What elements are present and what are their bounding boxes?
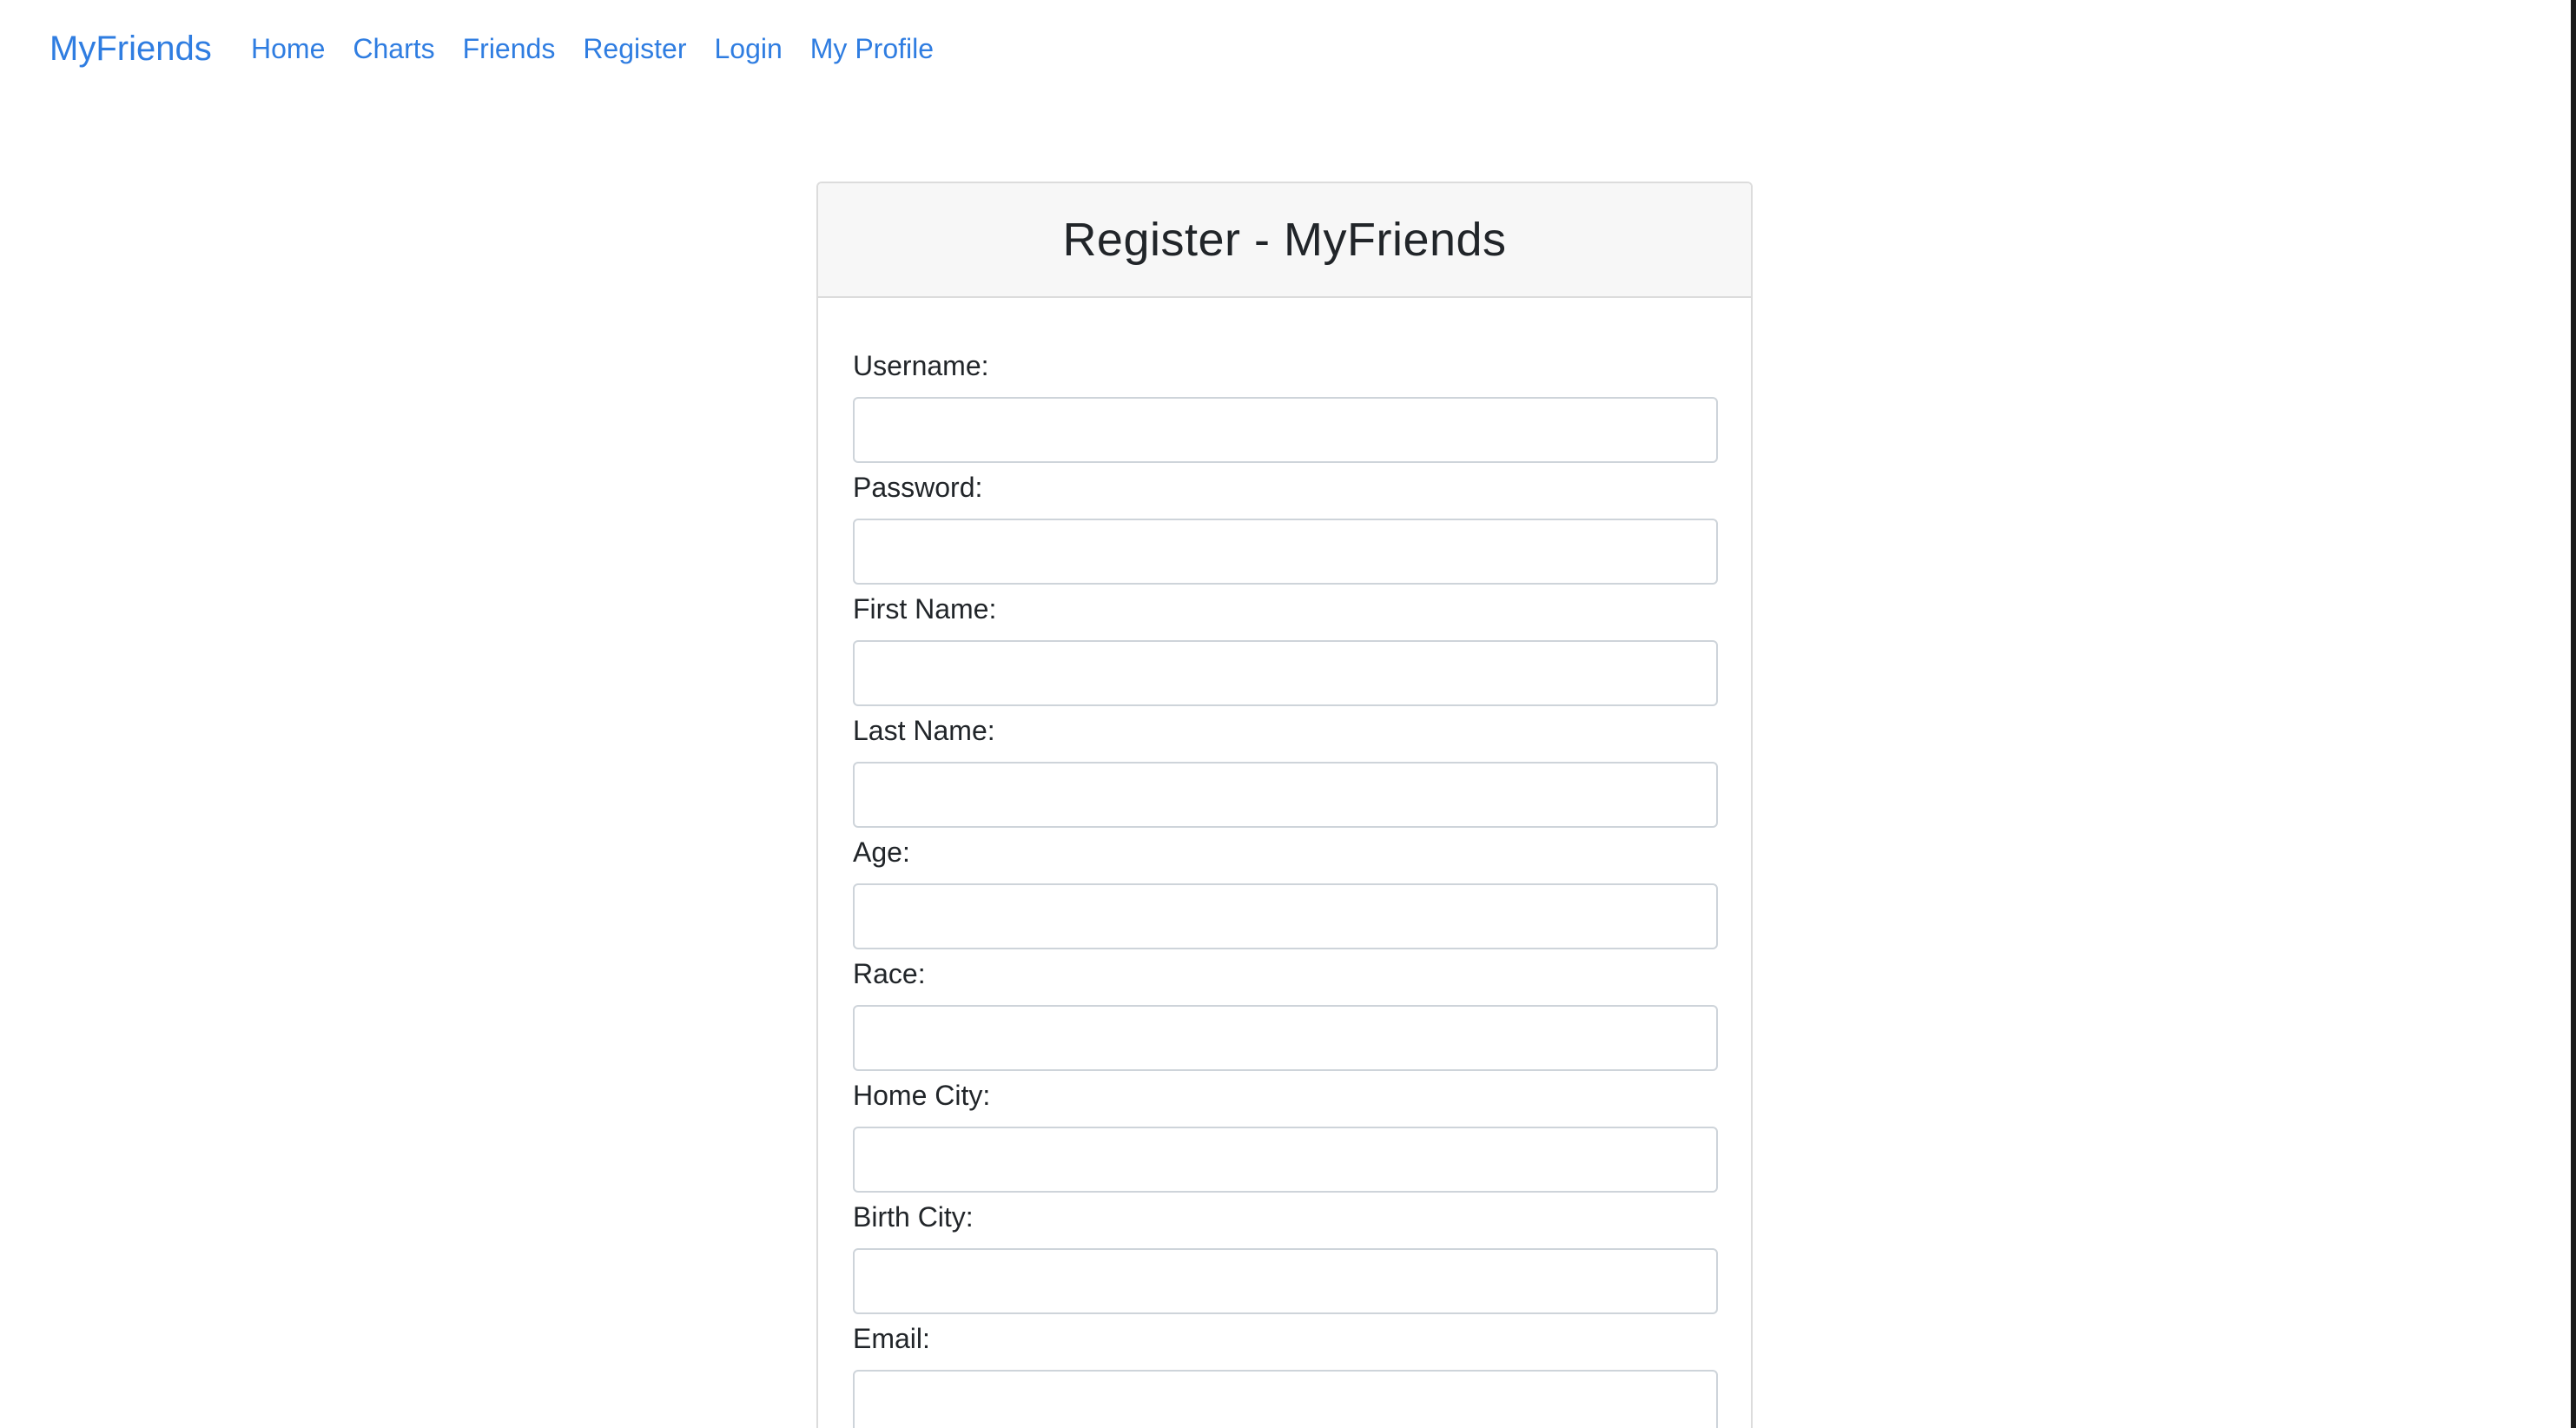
username-group: Username:: [853, 348, 1718, 463]
last-name-label: Last Name:: [853, 715, 995, 746]
password-label: Password:: [853, 472, 983, 503]
password-group: Password:: [853, 470, 1718, 585]
nav-link-login[interactable]: Login: [714, 30, 782, 68]
birth-city-group: Birth City:: [853, 1200, 1718, 1314]
username-input[interactable]: [853, 397, 1718, 463]
nav-link-friends[interactable]: Friends: [463, 30, 556, 68]
age-label: Age:: [853, 836, 910, 868]
nav-link-home[interactable]: Home: [251, 30, 325, 68]
home-city-group: Home City:: [853, 1078, 1718, 1193]
birth-city-label: Birth City:: [853, 1201, 974, 1233]
register-card: Register - MyFriends Username: Password:…: [816, 182, 1753, 1428]
email-group: Email:: [853, 1321, 1718, 1428]
birth-city-input[interactable]: [853, 1248, 1718, 1314]
age-group: Age:: [853, 835, 1718, 949]
nav-links: Home Charts Friends Register Login My Pr…: [251, 30, 961, 68]
page: MyFriends Home Charts Friends Register L…: [0, 0, 2576, 1428]
nav-link-my-profile[interactable]: My Profile: [810, 30, 934, 68]
nav-link-charts[interactable]: Charts: [353, 30, 434, 68]
first-name-input[interactable]: [853, 640, 1718, 706]
last-name-input[interactable]: [853, 762, 1718, 828]
home-city-label: Home City:: [853, 1080, 991, 1111]
race-input[interactable]: [853, 1005, 1718, 1071]
first-name-group: First Name:: [853, 592, 1718, 706]
email-label: Email:: [853, 1323, 930, 1354]
password-input[interactable]: [853, 519, 1718, 585]
race-label: Race:: [853, 958, 926, 989]
card-header: Register - MyFriends: [818, 183, 1751, 298]
brand-link[interactable]: MyFriends: [50, 26, 212, 71]
last-name-group: Last Name:: [853, 713, 1718, 828]
page-title: Register - MyFriends: [1062, 214, 1507, 266]
race-group: Race:: [853, 956, 1718, 1071]
username-label: Username:: [853, 350, 989, 381]
home-city-input[interactable]: [853, 1127, 1718, 1193]
nav-link-register[interactable]: Register: [583, 30, 686, 68]
age-input[interactable]: [853, 883, 1718, 949]
email-input[interactable]: [853, 1370, 1718, 1428]
first-name-label: First Name:: [853, 593, 997, 625]
window-edge: [2571, 0, 2576, 1428]
navbar: MyFriends Home Charts Friends Register L…: [0, 0, 2576, 97]
